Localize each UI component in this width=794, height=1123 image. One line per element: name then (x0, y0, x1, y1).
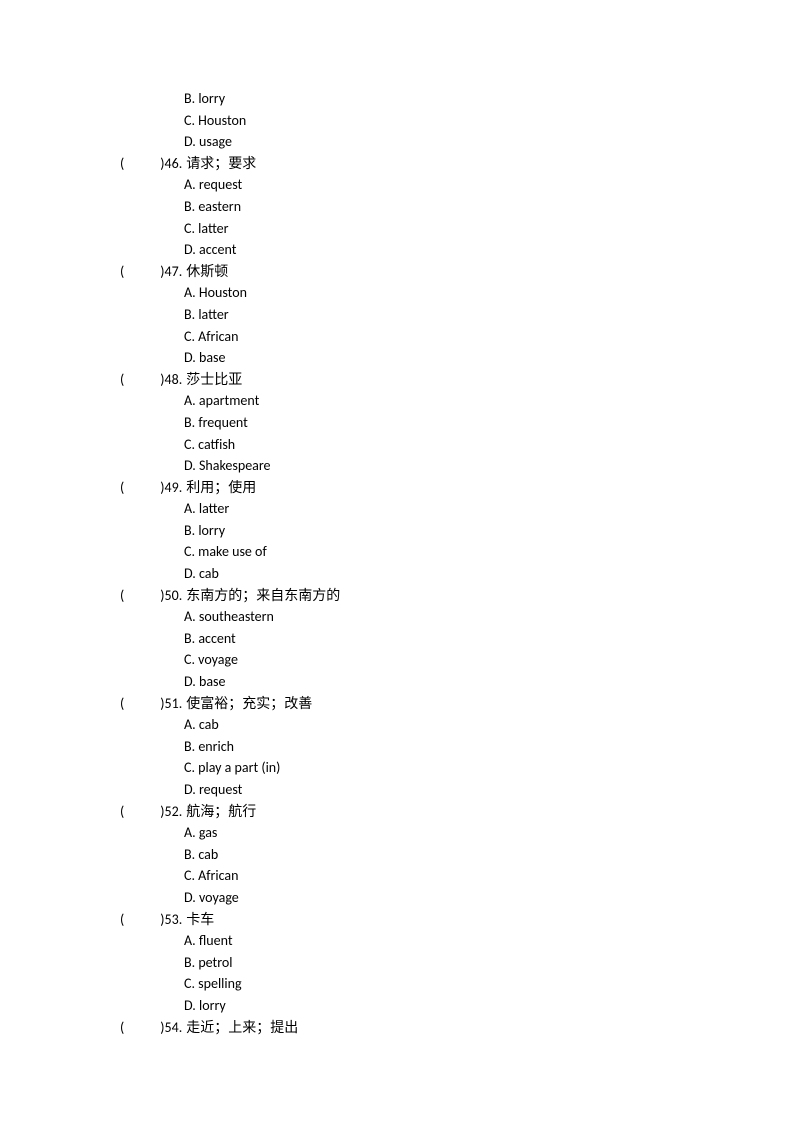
question-number: 50. (165, 585, 183, 607)
option-text: D. base (184, 671, 794, 693)
option-text: B. lorry (184, 520, 794, 542)
question-number: 48. (165, 369, 183, 391)
question-header: ( ) 48. 莎士比亚 (120, 369, 794, 391)
question-number: 53. (165, 909, 183, 931)
answer-blank-open[interactable]: ( (120, 693, 124, 715)
option-text: A. southeastern (184, 606, 794, 628)
question-prompt: 请求；要求 (186, 153, 256, 175)
answer-blank-open[interactable]: ( (120, 585, 124, 607)
question-prompt: 卡车 (186, 909, 214, 931)
question-block: ( ) 52. 航海；航行 A. gas B. cab C. African D… (120, 801, 794, 909)
question-prompt: 走近；上来；提出 (186, 1017, 298, 1039)
option-text: A. cab (184, 714, 794, 736)
question-block: ( ) 49. 利用；使用 A. latter B. lorry C. make… (120, 477, 794, 585)
option-text: C. latter (184, 218, 794, 240)
question-prompt: 利用；使用 (186, 477, 256, 499)
option-text: A. Houston (184, 282, 794, 304)
question-block: ( ) 54. 走近；上来；提出 (120, 1017, 794, 1039)
question-prompt: 莎士比亚 (186, 369, 242, 391)
question-prompt: 使富裕；充实；改善 (186, 693, 312, 715)
question-prompt: 休斯顿 (186, 261, 228, 283)
answer-blank-open[interactable]: ( (120, 369, 124, 391)
option-text: D. cab (184, 563, 794, 585)
option-text: A. request (184, 174, 794, 196)
option-text: C. voyage (184, 649, 794, 671)
question-number: 54. (165, 1017, 183, 1039)
question-header: ( ) 51. 使富裕；充实；改善 (120, 693, 794, 715)
answer-blank-open[interactable]: ( (120, 909, 124, 931)
question-block: ( ) 53. 卡车 A. fluent B. petrol C. spelli… (120, 909, 794, 1017)
option-text: C. play a part (in) (184, 757, 794, 779)
option-text: C. catfish (184, 434, 794, 456)
question-header: ( ) 46. 请求；要求 (120, 153, 794, 175)
option-text: C. African (184, 326, 794, 348)
answer-blank-open[interactable]: ( (120, 477, 124, 499)
option-text: B. eastern (184, 196, 794, 218)
option-text: B. accent (184, 628, 794, 650)
question-header: ( ) 54. 走近；上来；提出 (120, 1017, 794, 1039)
question-number: 46. (165, 153, 183, 175)
question-block: ( ) 48. 莎士比亚 A. apartment B. frequent C.… (120, 369, 794, 477)
option-text: D. accent (184, 239, 794, 261)
question-block: ( ) 50. 东南方的；来自东南方的 A. southeastern B. a… (120, 585, 794, 693)
option-text: D. base (184, 347, 794, 369)
option-text: D. voyage (184, 887, 794, 909)
option-text: C. make use of (184, 541, 794, 563)
option-text: A. apartment (184, 390, 794, 412)
option-text: B. latter (184, 304, 794, 326)
question-block: ( ) 47. 休斯顿 A. Houston B. latter C. Afri… (120, 261, 794, 369)
option-text: B. cab (184, 844, 794, 866)
question-header: ( ) 53. 卡车 (120, 909, 794, 931)
question-header: ( ) 52. 航海；航行 (120, 801, 794, 823)
option-text: B. petrol (184, 952, 794, 974)
option-text: B. frequent (184, 412, 794, 434)
question-block: ( ) 46. 请求；要求 A. request B. eastern C. l… (120, 153, 794, 261)
option-text: A. fluent (184, 930, 794, 952)
option-text: B. lorry (184, 88, 794, 110)
question-number: 52. (165, 801, 183, 823)
answer-blank-open[interactable]: ( (120, 1017, 124, 1039)
option-text: C. Houston (184, 110, 794, 132)
option-text: A. latter (184, 498, 794, 520)
option-text: B. enrich (184, 736, 794, 758)
answer-blank-open[interactable]: ( (120, 153, 124, 175)
answer-blank-open[interactable]: ( (120, 261, 124, 283)
question-number: 47. (165, 261, 183, 283)
option-text: D. usage (184, 131, 794, 153)
option-text: D. Shakespeare (184, 455, 794, 477)
option-text: C. spelling (184, 973, 794, 995)
question-block: ( ) 51. 使富裕；充实；改善 A. cab B. enrich C. pl… (120, 693, 794, 801)
option-text: D. lorry (184, 995, 794, 1017)
answer-blank-open[interactable]: ( (120, 801, 124, 823)
question-prompt: 航海；航行 (186, 801, 256, 823)
quiz-content: B. lorry C. Houston D. usage ( ) 46. 请求；… (120, 88, 794, 1038)
question-prompt: 东南方的；来自东南方的 (186, 585, 340, 607)
question-header: ( ) 47. 休斯顿 (120, 261, 794, 283)
option-text: C. African (184, 865, 794, 887)
question-header: ( ) 50. 东南方的；来自东南方的 (120, 585, 794, 607)
option-text: A. gas (184, 822, 794, 844)
orphan-options-block: B. lorry C. Houston D. usage (184, 88, 794, 153)
question-header: ( ) 49. 利用；使用 (120, 477, 794, 499)
option-text: D. request (184, 779, 794, 801)
question-number: 51. (165, 693, 183, 715)
question-number: 49. (165, 477, 183, 499)
